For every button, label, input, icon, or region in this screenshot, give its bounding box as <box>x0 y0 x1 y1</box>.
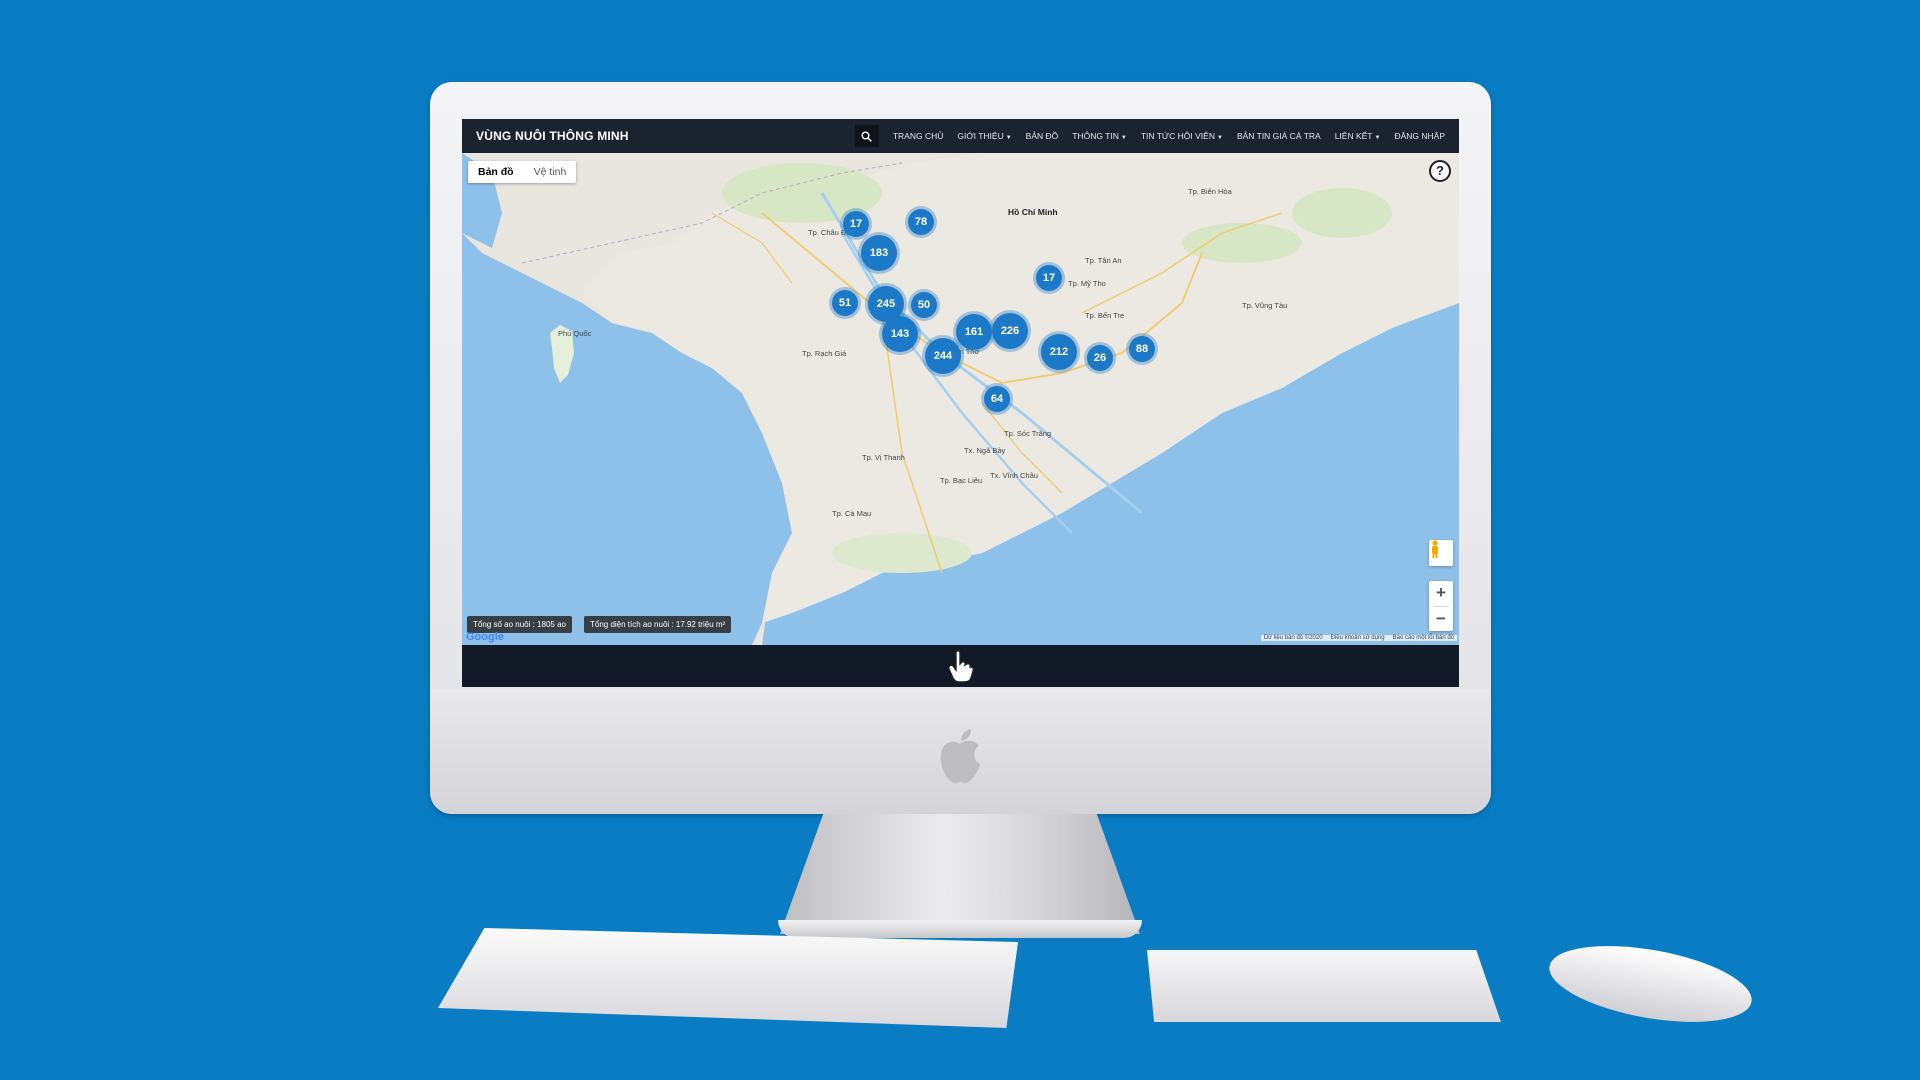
imac-stand <box>780 814 1140 934</box>
place-label: Tp. Tân An <box>1085 256 1122 265</box>
report-error-link[interactable]: Báo cáo một lỗi bản đồ <box>1393 635 1454 641</box>
total-area-badge: Tổng diện tích ao nuôi : 17.92 triệu m² <box>584 616 732 633</box>
cluster-marker[interactable]: 183 <box>861 235 897 271</box>
map-canvas[interactable]: Hồ Chí Minh Tp. Châu Đốc Tp. Rạch Giá Ph… <box>462 153 1459 645</box>
nav-item-lien-ket[interactable]: LIÊN KẾT ▼ <box>1335 131 1381 141</box>
nav-item-ban-do[interactable]: BẢN ĐỒ <box>1026 131 1059 141</box>
place-label: Tp. Vũng Tàu <box>1242 301 1288 310</box>
map-type-map-button[interactable]: Bản đồ <box>468 161 524 183</box>
cluster-marker[interactable]: 26 <box>1087 345 1113 371</box>
bottom-bar <box>462 645 1459 687</box>
nav-item-ban-tin-gia-ca-tra[interactable]: BẢN TIN GIÁ CÁ TRA <box>1237 131 1321 141</box>
nav-item-trang-chu[interactable]: TRANG CHỦ <box>893 131 944 141</box>
caret-down-icon: ▼ <box>1005 135 1012 141</box>
help-icon[interactable]: ? <box>1429 160 1451 182</box>
caret-down-icon: ▼ <box>1120 135 1127 141</box>
cluster-marker[interactable]: 212 <box>1041 334 1077 370</box>
brand-title[interactable]: VÙNG NUÔI THÔNG MINH <box>476 129 629 143</box>
apple-logo-icon <box>935 728 985 788</box>
map-type-satellite-button[interactable]: Vệ tinh <box>524 161 577 183</box>
place-label: Hồ Chí Minh <box>1008 207 1058 217</box>
nav-menu: TRANG CHỦ GIỚI THIỆU ▼ BẢN ĐỒ THÔNG TIN ▼ … <box>854 125 1445 147</box>
zoom-in-button[interactable]: + <box>1429 581 1453 606</box>
place-label: Tp. Vị Thanh <box>862 453 905 462</box>
nav-item-tin-tuc-hoi-vien[interactable]: TIN TỨC HỘI VIÊN ▼ <box>1141 131 1223 141</box>
cluster-marker[interactable]: 244 <box>925 338 961 374</box>
cluster-marker[interactable]: 51 <box>832 290 858 316</box>
search-icon[interactable] <box>854 125 879 147</box>
place-label: Tp. Sóc Trăng <box>1004 429 1052 438</box>
zoom-control: + − <box>1429 581 1453 631</box>
map-footer: Dữ liệu bản đồ ©2020 Điều khoản sử dụng … <box>1260 635 1457 641</box>
cluster-marker[interactable]: 50 <box>911 292 937 318</box>
zoom-out-button[interactable]: − <box>1429 607 1453 632</box>
cluster-marker[interactable]: 64 <box>984 386 1010 412</box>
nav-item-thong-tin[interactable]: THÔNG TIN ▼ <box>1072 131 1127 141</box>
nav-item-gioi-thieu[interactable]: GIỚI THIỆU ▼ <box>957 131 1011 141</box>
place-label: Tp. Rạch Giá <box>802 349 847 358</box>
place-label: Tx. Ngã Bảy <box>964 446 1006 455</box>
cluster-marker[interactable]: 17 <box>843 211 869 237</box>
place-label: Tx. Vĩnh Châu <box>990 471 1038 480</box>
caret-down-icon: ▼ <box>1216 135 1223 141</box>
place-label: Tp. Mỹ Tho <box>1068 279 1106 288</box>
map-type-control: Bản đồ Vệ tinh <box>468 161 577 183</box>
terms-link[interactable]: Điều khoản sử dụng <box>1331 635 1385 641</box>
place-label: Tp. Bến Tre <box>1085 311 1125 320</box>
cluster-marker[interactable]: 143 <box>882 316 918 352</box>
cluster-marker[interactable]: 88 <box>1129 336 1155 362</box>
cluster-marker[interactable]: 17 <box>1036 265 1062 291</box>
keyboard <box>438 928 1018 1028</box>
google-logo[interactable]: Google <box>466 631 504 643</box>
map-base-layer <box>462 153 1459 645</box>
trackpad <box>1147 950 1501 1022</box>
place-label: Tp. Cà Mau <box>832 509 872 518</box>
screen: VÙNG NUÔI THÔNG MINH TRANG CHỦ GIỚI THIỆ… <box>462 119 1459 687</box>
nav-item-dang-nhap[interactable]: ĐĂNG NHẬP <box>1394 131 1445 141</box>
cluster-marker[interactable]: 226 <box>992 313 1028 349</box>
place-label: Tp. Biên Hòa <box>1188 187 1232 196</box>
cluster-marker[interactable]: 78 <box>908 209 934 235</box>
hand-pointer-icon[interactable] <box>946 649 976 683</box>
map-data-attribution: Dữ liệu bản đồ ©2020 <box>1263 635 1323 641</box>
imac-stand-base <box>778 920 1142 938</box>
mouse <box>1543 932 1758 1036</box>
caret-down-icon: ▼ <box>1374 135 1381 141</box>
cluster-marker[interactable]: 161 <box>956 314 992 350</box>
place-label: Tp. Bạc Liêu <box>940 476 983 485</box>
pegman-icon[interactable] <box>1429 540 1453 566</box>
navbar: VÙNG NUÔI THÔNG MINH TRANG CHỦ GIỚI THIỆ… <box>462 119 1459 153</box>
place-label: Phú Quốc <box>558 329 592 338</box>
